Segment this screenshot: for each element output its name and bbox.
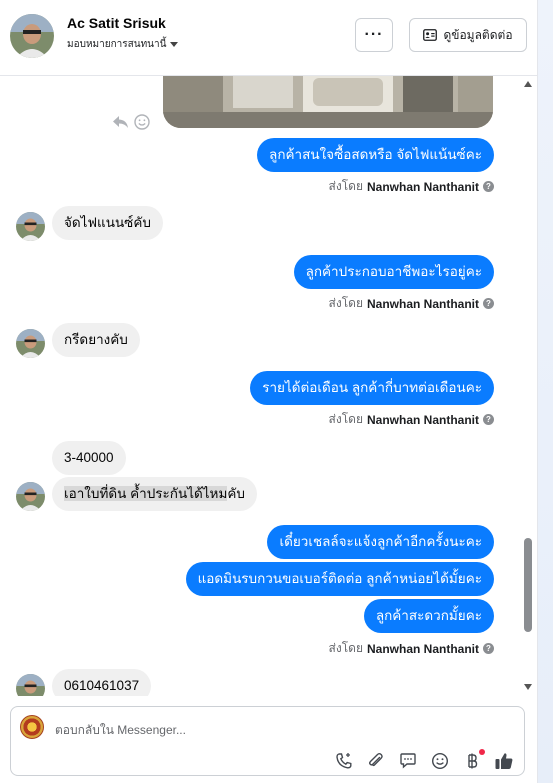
outgoing-message[interactable]: ลูกค้าสนใจซื้อสดหรือ จัดไฟแน้นซ์คะ	[257, 138, 494, 172]
contact-name[interactable]: Ac Satit Srisuk	[67, 15, 166, 31]
outgoing-message[interactable]: แอดมินรบกวนขอเบอร์ติดต่อ ลูกค้าหน่อยได้ม…	[185, 562, 494, 596]
phone-icon[interactable]	[334, 751, 354, 771]
sent-by-prefix: ส่งโดย	[328, 412, 363, 426]
sent-by-label: ส่งโดย Nanwhan Nanthanit ?	[329, 294, 494, 313]
composer-toolbar	[334, 749, 514, 771]
contact-avatar-small[interactable]	[16, 482, 45, 511]
sent-by-label: ส่งโดย Nanwhan Nanthanit ?	[329, 410, 494, 429]
contact-avatar[interactable]	[10, 14, 54, 58]
reply-input[interactable]: ตอบกลับใน Messenger...	[55, 721, 186, 740]
paperclip-icon[interactable]	[366, 751, 386, 771]
view-contact-info-button[interactable]: ดูข้อมูลติดต่อ	[409, 18, 527, 52]
sent-by-label: ส่งโดย Nanwhan Nanthanit ?	[329, 177, 494, 196]
outgoing-message[interactable]: ลูกค้าประกอบอาชีพอะไรอยู่คะ	[293, 255, 494, 289]
chat-bubble-icon[interactable]	[398, 751, 418, 771]
message-thread[interactable]: ลูกค้าสนใจซื้อสดหรือ จัดไฟแน้นซ์คะ ส่งโด…	[0, 76, 520, 696]
incoming-message[interactable]: 3-40000	[52, 441, 126, 475]
incoming-message[interactable]: เอาใบที่ดิน ค้ำประกันได้ไหมคับ	[52, 477, 257, 511]
sender-name: Nanwhan Nanthanit	[366, 641, 479, 656]
help-icon[interactable]: ?	[483, 414, 494, 425]
baht-icon[interactable]	[462, 749, 485, 771]
emoji-icon[interactable]	[430, 751, 450, 771]
notification-dot	[479, 749, 485, 755]
scrollbar-thumb[interactable]	[524, 538, 532, 632]
message-composer[interactable]: ตอบกลับใน Messenger...	[10, 706, 525, 776]
sender-name: Nanwhan Nanthanit	[366, 412, 479, 427]
caret-down-icon	[170, 42, 179, 47]
scroll-up-arrow-icon[interactable]	[524, 81, 532, 87]
sent-by-prefix: ส่งโดย	[328, 296, 363, 310]
outgoing-message[interactable]: ลูกค้าสะดวกมั้ยคะ	[363, 599, 494, 633]
help-icon[interactable]: ?	[483, 298, 494, 309]
assign-conversation-dropdown[interactable]: มอบหมายการสนทนานี้	[67, 37, 179, 52]
view-contact-info-label: ดูข้อมูลติดต่อ	[443, 27, 513, 42]
page-avatar	[20, 715, 44, 739]
more-options-button[interactable]: ···	[355, 18, 393, 52]
incoming-message[interactable]: กรีดยางคับ	[52, 323, 140, 357]
reply-icon[interactable]	[112, 114, 130, 130]
incoming-message[interactable]: 0610461037	[52, 669, 152, 696]
sender-name: Nanwhan Nanthanit	[366, 179, 479, 194]
help-icon[interactable]: ?	[483, 643, 494, 654]
sent-by-prefix: ส่งโดย	[328, 179, 363, 193]
sent-by-label: ส่งโดย Nanwhan Nanthanit ?	[329, 639, 494, 658]
smiley-icon[interactable]	[134, 114, 150, 130]
contact-avatar-small[interactable]	[16, 212, 45, 241]
sender-name: Nanwhan Nanthanit	[366, 296, 479, 311]
contact-avatar-small[interactable]	[16, 674, 45, 696]
scroll-down-arrow-icon[interactable]	[524, 684, 532, 690]
contact-avatar-small[interactable]	[16, 329, 45, 358]
incoming-message[interactable]: จัดไฟแนนซ์คับ	[52, 206, 163, 240]
contact-card-icon	[423, 29, 438, 41]
shared-photo[interactable]	[163, 76, 493, 128]
window-edge	[537, 0, 553, 783]
selected-text: เอาใบที่ดิน ค้ำประกันได้ไหม	[64, 486, 228, 501]
assign-label: มอบหมายการสนทนานี้	[67, 39, 167, 50]
help-icon[interactable]: ?	[483, 181, 494, 192]
outgoing-message[interactable]: รายได้ต่อเดือน ลูกค้ากี่บาทต่อเดือนคะ	[250, 371, 494, 405]
thumbs-up-icon[interactable]	[494, 751, 514, 771]
sent-by-prefix: ส่งโดย	[328, 641, 363, 655]
message-text-rest: คับ	[227, 486, 245, 501]
conversation-header: Ac Satit Srisuk มอบหมายการสนทนานี้ ··· ด…	[0, 0, 537, 76]
thread-scrollbar[interactable]	[520, 76, 536, 696]
outgoing-message[interactable]: เดี๋ยวเชลล์จะแจ้งลูกค้าอีกครั้งนะคะ	[267, 525, 494, 559]
